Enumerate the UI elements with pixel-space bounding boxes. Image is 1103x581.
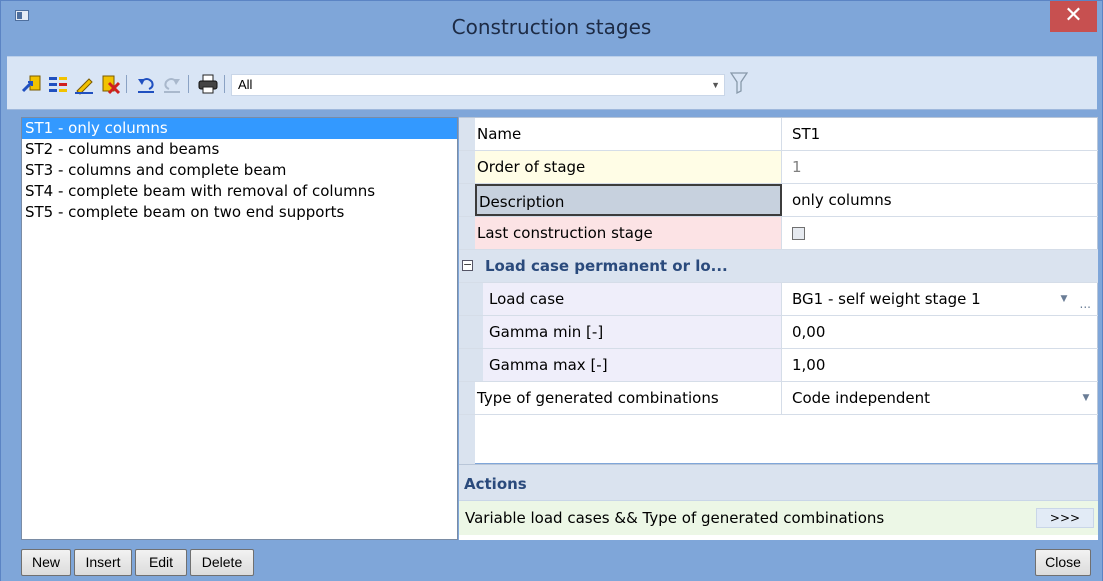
undo-icon[interactable] <box>135 73 157 95</box>
row-indent <box>475 316 483 348</box>
property-grid: Name ST1 Order of stage 1 Description on… <box>459 117 1098 464</box>
chevron-down-icon[interactable]: ▼ <box>1077 388 1095 408</box>
name-field[interactable]: ST1 <box>783 118 1097 150</box>
property-row-gamma-min[interactable]: Gamma min [-] 0,00 <box>459 316 1098 349</box>
row-gutter <box>459 283 475 315</box>
edit-icon[interactable] <box>73 73 95 95</box>
filter-dropdown[interactable]: All ▼ <box>231 74 725 96</box>
redo-icon[interactable] <box>161 73 183 95</box>
list-item[interactable]: ST3 - columns and complete beam <box>22 160 457 181</box>
filter-value: All <box>238 77 253 92</box>
property-label: Last construction stage <box>475 217 782 249</box>
property-label: Description <box>475 184 782 216</box>
title-bar[interactable]: Construction stages ✕ <box>1 1 1102 55</box>
property-row-description[interactable]: Description only columns <box>459 184 1098 217</box>
construction-stages-window: Construction stages ✕ All ▼ ST1 - only c… <box>0 0 1103 581</box>
description-field[interactable]: only columns <box>783 184 1097 216</box>
combinations-dropdown[interactable]: Code independent ▼ <box>783 382 1097 414</box>
insert-button[interactable]: Insert <box>74 549 132 576</box>
gamma-min-field[interactable]: 0,00 <box>783 316 1097 348</box>
property-row-gamma-max[interactable]: Gamma max [-] 1,00 <box>459 349 1098 382</box>
stage-list[interactable]: ST1 - only columns ST2 - columns and bea… <box>21 117 458 540</box>
order-field: 1 <box>792 158 802 176</box>
row-gutter <box>459 349 475 381</box>
row-gutter <box>459 118 475 150</box>
edit-button[interactable]: Edit <box>135 549 187 576</box>
toolbar: All ▼ <box>7 56 1097 110</box>
property-label: Name <box>475 118 782 150</box>
gamma-max-field[interactable]: 1,00 <box>783 349 1097 381</box>
toolbar-separator <box>224 75 225 93</box>
delete-button[interactable]: Delete <box>190 549 254 576</box>
print-icon[interactable] <box>197 73 219 95</box>
insert-stage-icon[interactable] <box>47 73 69 95</box>
property-label: Gamma max [-] <box>483 349 782 381</box>
group-label: Load case permanent or lo... <box>485 257 728 275</box>
actions-header: Actions <box>459 464 1098 500</box>
list-item[interactable]: ST2 - columns and beams <box>22 139 457 160</box>
action-label: Variable load cases && Type of generated… <box>465 509 885 527</box>
property-label: Order of stage <box>475 151 782 183</box>
combinations-value: Code independent <box>792 389 930 407</box>
list-item[interactable]: ST4 - complete beam with removal of colu… <box>22 181 457 202</box>
last-stage-checkbox[interactable] <box>792 227 805 240</box>
row-gutter <box>459 217 475 249</box>
new-button[interactable]: New <box>21 549 71 576</box>
window-title: Construction stages <box>451 15 652 39</box>
property-row-name[interactable]: Name ST1 <box>459 118 1098 151</box>
list-item[interactable]: ST5 - complete beam on two end supports <box>22 202 457 223</box>
property-row-order[interactable]: Order of stage 1 <box>459 151 1098 184</box>
close-button[interactable]: Close <box>1035 549 1091 576</box>
load-case-value: BG1 - self weight stage 1 <box>792 290 981 308</box>
new-stage-icon[interactable] <box>21 73 43 95</box>
action-run-button[interactable]: >>> <box>1036 508 1094 528</box>
group-header-load-case[interactable]: − Load case permanent or lo... <box>459 250 1098 283</box>
row-gutter <box>459 382 475 414</box>
close-window-button[interactable]: ✕ <box>1050 1 1097 32</box>
row-gutter <box>459 316 475 348</box>
button-bar: New Insert Edit Delete Close <box>1 542 1102 581</box>
property-row-last-stage[interactable]: Last construction stage <box>459 217 1098 250</box>
toolbar-separator <box>126 75 127 93</box>
chevron-down-icon: ▼ <box>711 80 720 90</box>
row-gutter <box>459 415 475 464</box>
property-label: Load case <box>483 283 782 315</box>
row-gutter <box>459 151 475 183</box>
property-row-load-case[interactable]: Load case BG1 - self weight stage 1 ▼ ..… <box>459 283 1098 316</box>
property-label: Gamma min [-] <box>483 316 782 348</box>
row-indent <box>475 349 483 381</box>
toolbar-separator <box>188 75 189 93</box>
load-case-dropdown[interactable]: BG1 - self weight stage 1 ▼ ... <box>783 283 1097 315</box>
chevron-down-icon[interactable]: ▼ <box>1055 289 1073 309</box>
actions-panel: Actions Variable load cases && Type of g… <box>459 464 1098 540</box>
row-indent <box>475 283 483 315</box>
row-gutter <box>459 184 475 216</box>
last-stage-cell <box>783 217 1097 249</box>
funnel-icon[interactable] <box>729 71 749 101</box>
property-label: Type of generated combinations <box>475 382 782 414</box>
delete-icon[interactable] <box>99 73 121 95</box>
list-item[interactable]: ST1 - only columns <box>22 118 457 139</box>
property-row-combinations[interactable]: Type of generated combinations Code inde… <box>459 382 1098 415</box>
action-row-variable-load-cases[interactable]: Variable load cases && Type of generated… <box>459 500 1098 535</box>
collapse-icon[interactable]: − <box>462 259 473 271</box>
